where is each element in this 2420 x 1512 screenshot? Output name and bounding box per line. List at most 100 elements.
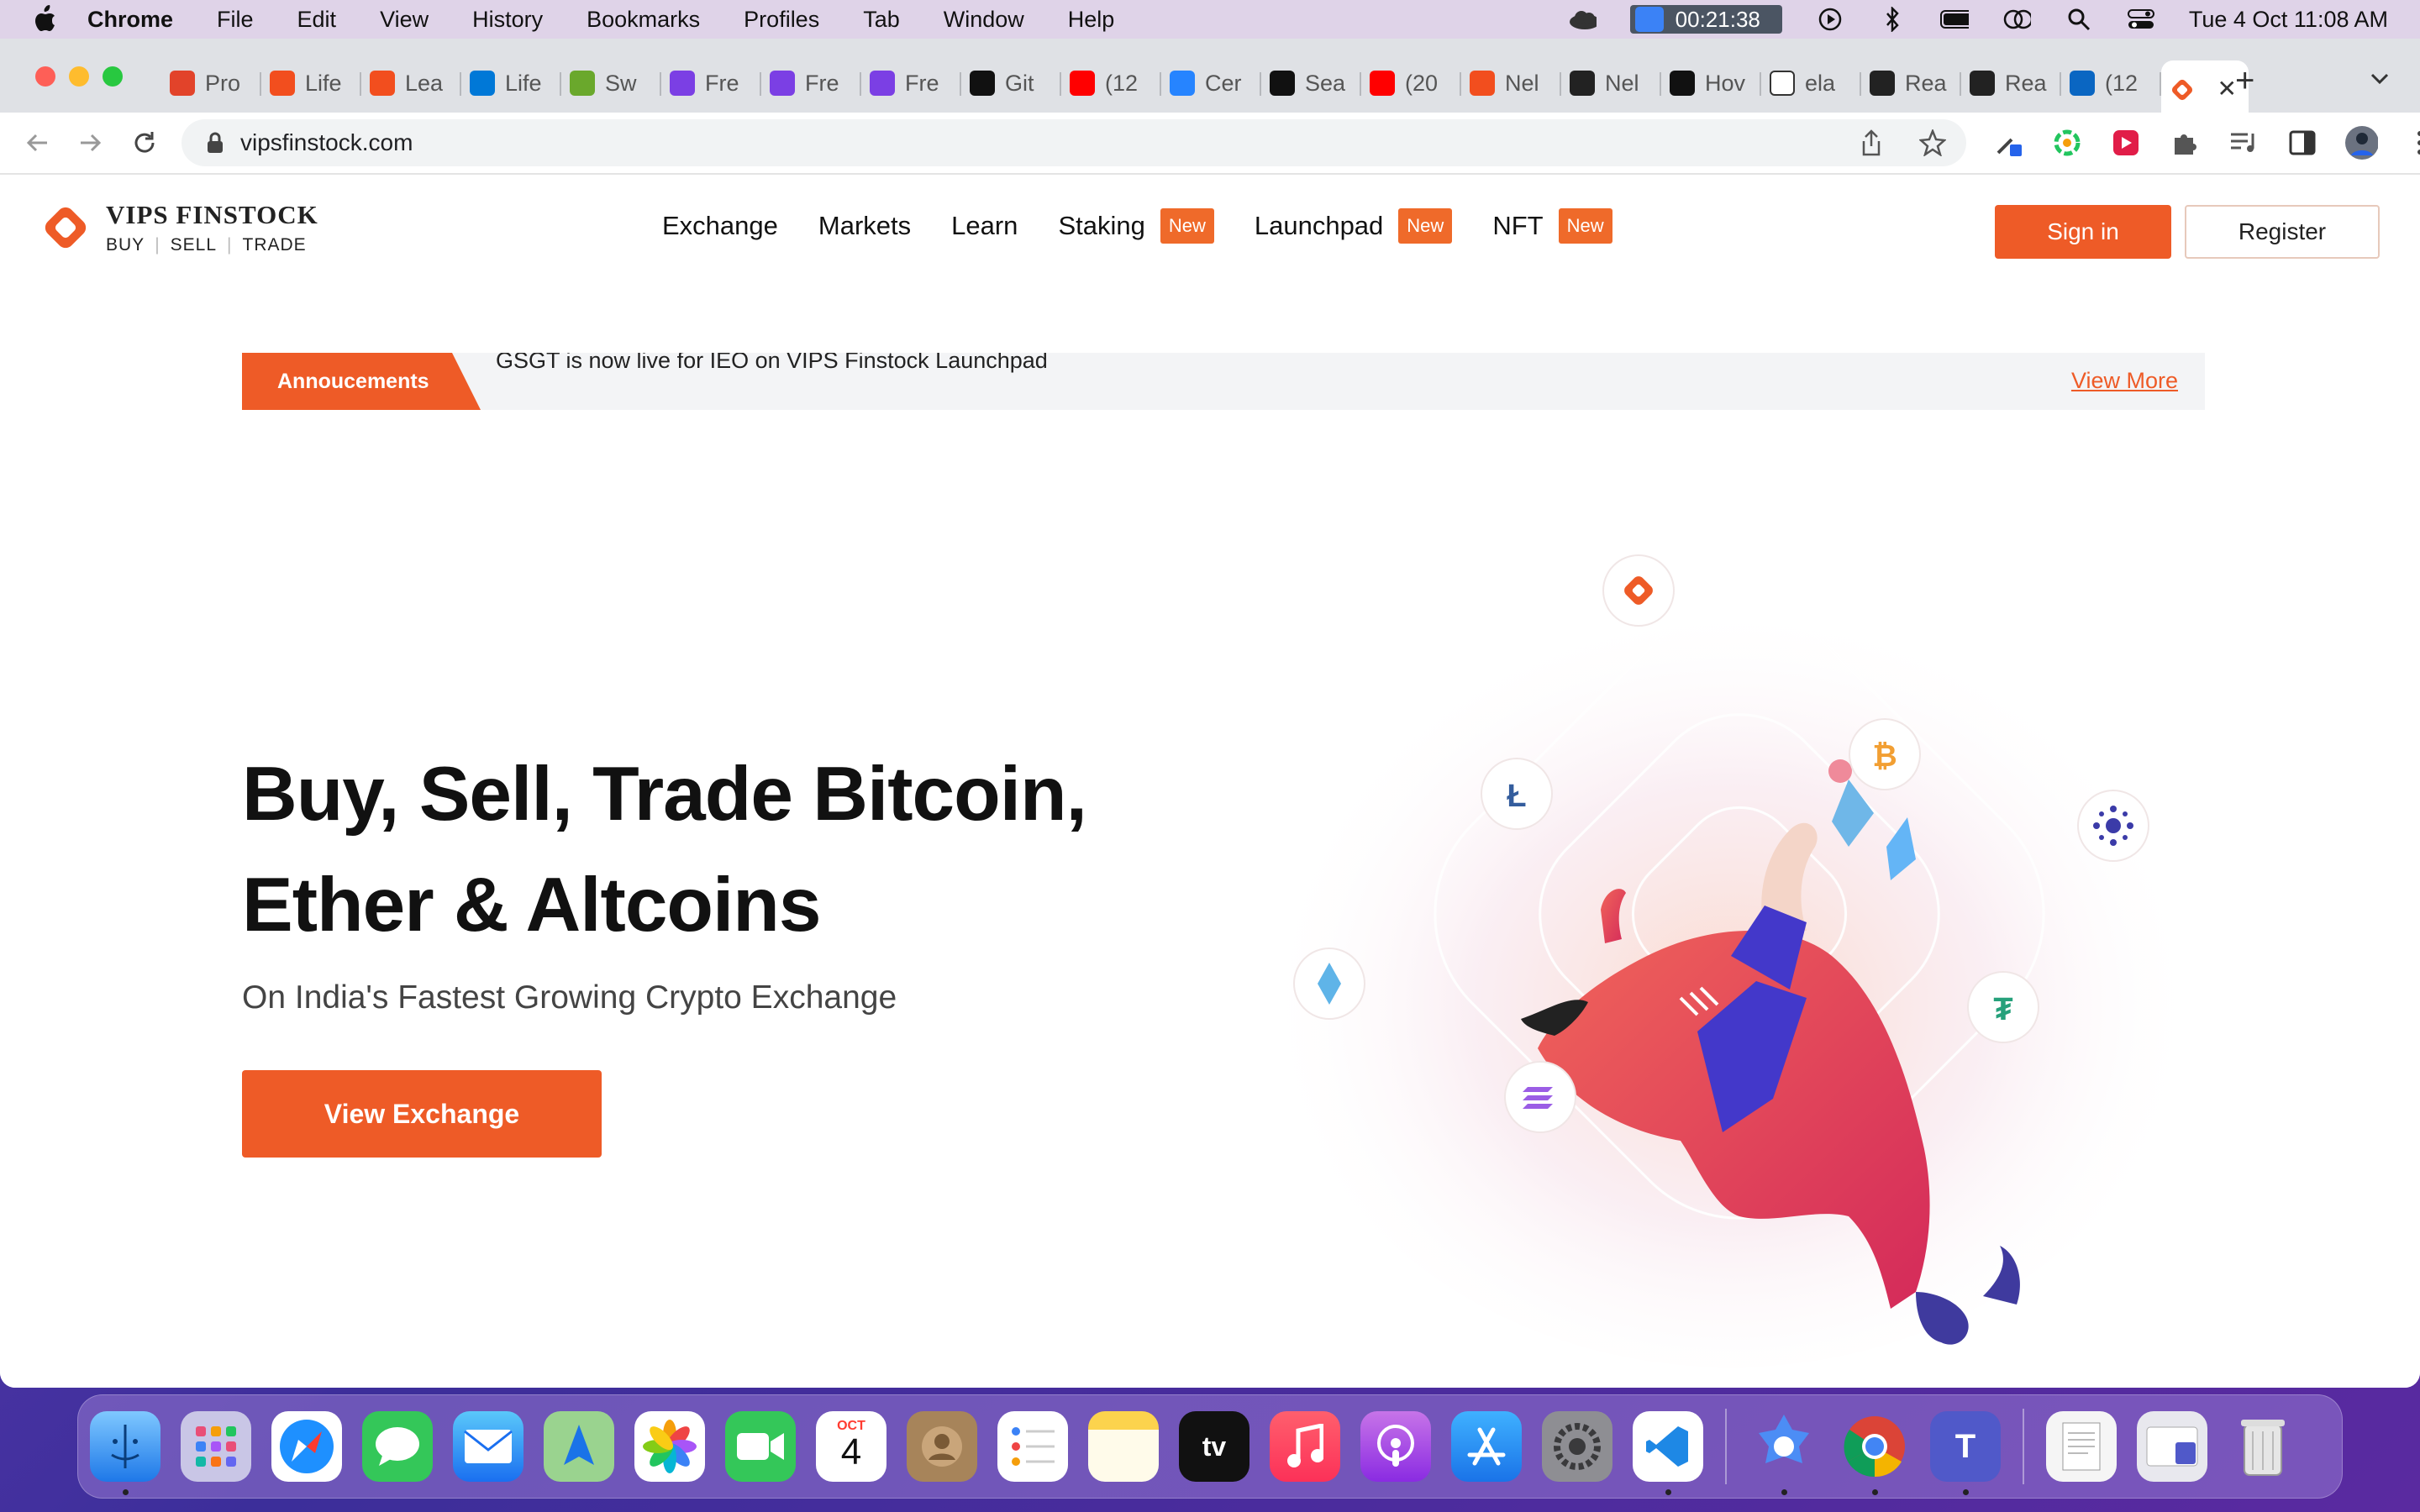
menu-tab[interactable]: Tab xyxy=(863,7,900,33)
browser-tab[interactable]: Rea xyxy=(1861,60,1961,106)
address-bar[interactable]: vipsfinstock.com xyxy=(182,119,1966,166)
announcement-message[interactable]: GSGT is now live for IEO on VIPS Finstoc… xyxy=(496,353,1048,374)
browser-tab[interactable]: Git xyxy=(961,60,1061,106)
browser-tab[interactable]: Fre xyxy=(761,60,861,106)
browser-tab[interactable]: (20 xyxy=(1361,60,1461,106)
notes-icon[interactable] xyxy=(1088,1411,1159,1482)
trash-icon[interactable] xyxy=(2228,1411,2298,1482)
music-icon[interactable] xyxy=(1270,1411,1340,1482)
minimize-window-button[interactable] xyxy=(69,66,89,87)
browser-tab[interactable]: (12 xyxy=(1061,60,1161,106)
system-preferences-gear-icon[interactable] xyxy=(1542,1411,1612,1482)
nav-learn[interactable]: Learn xyxy=(951,211,1018,241)
menu-file[interactable]: File xyxy=(217,7,254,33)
podcasts-icon[interactable] xyxy=(1360,1411,1431,1482)
share-icon[interactable] xyxy=(1860,129,1882,160)
side-panel-icon[interactable] xyxy=(2286,126,2319,160)
nav-exchange[interactable]: Exchange xyxy=(662,211,778,241)
screen-recorder-extension-icon[interactable] xyxy=(2109,126,2143,160)
youtube-icon xyxy=(1070,71,1095,96)
browser-tab[interactable]: Pro xyxy=(161,60,261,106)
vscode-icon[interactable] xyxy=(1633,1411,1703,1495)
browser-tab[interactable]: Sw xyxy=(561,60,661,106)
finder-icon[interactable] xyxy=(90,1411,160,1495)
downloads-stack-icon[interactable] xyxy=(2137,1411,2207,1482)
safari-icon[interactable] xyxy=(271,1411,342,1482)
timer-widget[interactable]: 00:21:38 xyxy=(1629,5,1782,34)
screen-mirroring-icon[interactable] xyxy=(2002,7,2031,32)
browser-tab[interactable]: (12 xyxy=(2061,60,2161,106)
bluetooth-icon[interactable] xyxy=(1878,7,1907,32)
play-circle-icon[interactable] xyxy=(1816,7,1844,32)
view-more-link[interactable]: View More xyxy=(2071,368,2178,394)
facetime-icon[interactable] xyxy=(725,1411,796,1482)
url-text[interactable]: vipsfinstock.com xyxy=(240,129,413,156)
control-center-icon[interactable] xyxy=(2127,7,2155,32)
browser-tab[interactable]: Fre xyxy=(861,60,961,106)
register-button[interactable]: Register xyxy=(2185,205,2380,259)
menu-view[interactable]: View xyxy=(380,7,429,33)
media-queue-icon[interactable] xyxy=(2227,126,2260,160)
browser-tab[interactable]: Hov xyxy=(1661,60,1761,106)
chrome-icon[interactable] xyxy=(1839,1411,1910,1495)
mail-icon[interactable] xyxy=(453,1411,523,1482)
view-exchange-button[interactable]: View Exchange xyxy=(242,1070,602,1158)
close-tab-icon[interactable]: ✕ xyxy=(2217,75,2237,102)
bookmark-star-icon[interactable] xyxy=(1918,128,1947,160)
menu-help[interactable]: Help xyxy=(1068,7,1115,33)
browser-tab[interactable]: Sea xyxy=(1261,60,1361,106)
reload-icon[interactable] xyxy=(128,126,161,160)
launchpad-icon[interactable] xyxy=(181,1411,251,1482)
messages-icon[interactable] xyxy=(362,1411,433,1482)
browser-tab[interactable]: Rea xyxy=(1961,60,2061,106)
documents-stack-icon[interactable] xyxy=(2046,1411,2117,1482)
browser-tab[interactable]: ela xyxy=(1761,60,1861,106)
rocket-app-icon[interactable] xyxy=(1749,1411,1819,1495)
site-logo[interactable]: VIPS FINSTOCK BUY | SELL | TRADE xyxy=(40,200,318,255)
maps-icon[interactable] xyxy=(544,1411,614,1482)
menubar-clock[interactable]: Tue 4 Oct 11:08 AM xyxy=(2189,7,2388,33)
calendar-icon[interactable]: OCT 4 xyxy=(816,1411,886,1482)
tab-search-chevron-icon[interactable] xyxy=(2370,66,2390,92)
lock-icon[interactable] xyxy=(207,132,224,154)
eyedropper-extension-icon[interactable] xyxy=(1991,126,2025,160)
menu-bookmarks[interactable]: Bookmarks xyxy=(587,7,700,33)
menu-history[interactable]: History xyxy=(472,7,543,33)
app-store-icon[interactable] xyxy=(1451,1411,1522,1482)
nav-markets[interactable]: Markets xyxy=(818,211,911,241)
contacts-icon[interactable] xyxy=(907,1411,977,1482)
battery-icon[interactable] xyxy=(1939,7,1969,32)
browser-tab[interactable]: Fre xyxy=(661,60,761,106)
menu-window[interactable]: Window xyxy=(944,7,1024,33)
browser-tab[interactable]: Nel xyxy=(1461,60,1561,106)
profile-avatar[interactable] xyxy=(2344,126,2378,160)
menu-profiles[interactable]: Profiles xyxy=(744,7,819,33)
extensions-puzzle-icon[interactable] xyxy=(2168,126,2202,160)
zoom-window-button[interactable] xyxy=(103,66,123,87)
browser-tab[interactable]: Life xyxy=(261,60,361,106)
back-arrow-icon[interactable] xyxy=(20,126,54,160)
color-wheel-extension-icon[interactable] xyxy=(2050,126,2084,160)
sign-in-button[interactable]: Sign in xyxy=(1995,205,2171,259)
photos-icon[interactable] xyxy=(634,1411,705,1482)
nav-nft[interactable]: NFT New xyxy=(1492,208,1612,244)
browser-tab[interactable]: Lea xyxy=(361,60,461,106)
browser-tab[interactable]: Life xyxy=(461,60,561,106)
browser-tab[interactable]: Nel xyxy=(1561,60,1661,106)
nav-staking[interactable]: Staking New xyxy=(1058,208,1214,244)
close-window-button[interactable] xyxy=(35,66,55,87)
new-tab-plus-icon[interactable]: + xyxy=(2235,64,2254,97)
chrome-menu-kebab-icon[interactable] xyxy=(2403,126,2420,160)
menu-app-name[interactable]: Chrome xyxy=(87,7,173,33)
apple-menu-icon[interactable] xyxy=(32,5,62,34)
icloud-icon[interactable] xyxy=(1568,7,1597,32)
menu-edit[interactable]: Edit xyxy=(297,7,337,33)
teams-icon[interactable]: T xyxy=(1930,1411,2001,1495)
spotlight-search-icon[interactable] xyxy=(2065,7,2093,32)
browser-tab[interactable]: Cer xyxy=(1161,60,1261,106)
forward-arrow-icon[interactable] xyxy=(74,126,108,160)
apple-tv-icon[interactable]: tv xyxy=(1179,1411,1249,1482)
tagline-buy: BUY xyxy=(106,235,145,255)
reminders-icon[interactable] xyxy=(997,1411,1068,1482)
nav-launchpad[interactable]: Launchpad New xyxy=(1255,208,1453,244)
